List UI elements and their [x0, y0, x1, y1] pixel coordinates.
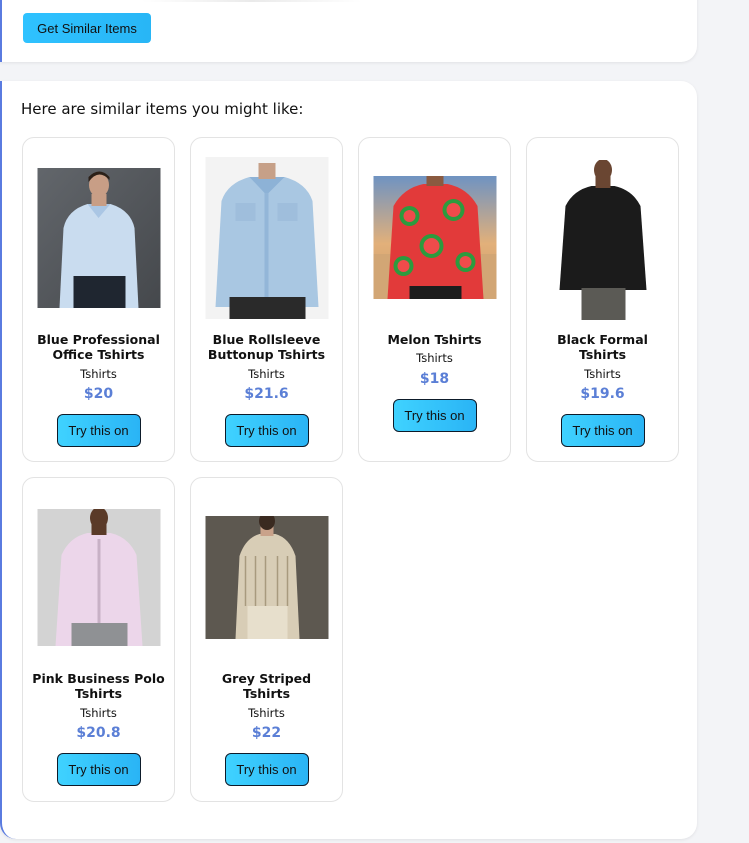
try-on-button[interactable]: Try this on	[56, 414, 141, 447]
intro-text: Here are similar items you might like:	[21, 100, 304, 118]
product-image	[205, 157, 328, 319]
product-card: Grey Striped Tshirts Tshirts $22 Try thi…	[190, 477, 343, 802]
product-price: $18	[419, 371, 450, 387]
get-similar-items-button[interactable]: Get Similar Items	[23, 13, 151, 43]
product-name: Blue Professional Office Tshirts	[37, 332, 160, 362]
product-category: Tshirts	[80, 367, 117, 381]
product-name: Melon Tshirts	[387, 332, 482, 347]
product-category: Tshirts	[248, 367, 285, 381]
product-name: Black Formal Tshirts	[557, 332, 648, 362]
product-image	[37, 509, 160, 646]
try-on-button[interactable]: Try this on	[224, 414, 309, 447]
product-card: Blue Rollsleeve Buttonup Tshirts Tshirts…	[190, 137, 343, 462]
product-name: Blue Rollsleeve Buttonup Tshirts	[207, 332, 326, 362]
product-image	[541, 160, 664, 320]
product-card: Black Formal Tshirts Tshirts $19.6 Try t…	[526, 137, 679, 462]
product-card: Pink Business Polo Tshirts Tshirts $20.8…	[22, 477, 175, 802]
product-image	[37, 168, 160, 308]
product-category: Tshirts	[80, 706, 117, 720]
product-price: $21.6	[244, 386, 289, 402]
product-price: $20.8	[76, 725, 121, 741]
try-on-button[interactable]: Try this on	[56, 753, 141, 786]
product-price: $22	[251, 725, 282, 741]
try-on-button[interactable]: Try this on	[392, 399, 477, 432]
product-category: Tshirts	[248, 706, 285, 720]
try-on-button[interactable]: Try this on	[560, 414, 645, 447]
product-image	[373, 176, 496, 299]
product-price: $19.6	[580, 386, 625, 402]
try-on-button[interactable]: Try this on	[224, 753, 309, 786]
product-name: Pink Business Polo Tshirts	[32, 671, 165, 701]
product-card: Melon Tshirts Tshirts $18 Try this on	[358, 137, 511, 462]
top-message-card: Get Similar Items	[0, 0, 697, 62]
product-category: Tshirts	[416, 351, 453, 365]
divider	[142, 0, 362, 2]
product-image	[205, 516, 328, 639]
product-category: Tshirts	[584, 367, 621, 381]
product-name: Grey Striped Tshirts	[221, 671, 312, 701]
product-card: Blue Professional Office Tshirts Tshirts…	[22, 137, 175, 462]
product-price: $20	[83, 386, 114, 402]
similar-items-card: Here are similar items you might like: B…	[0, 81, 697, 839]
